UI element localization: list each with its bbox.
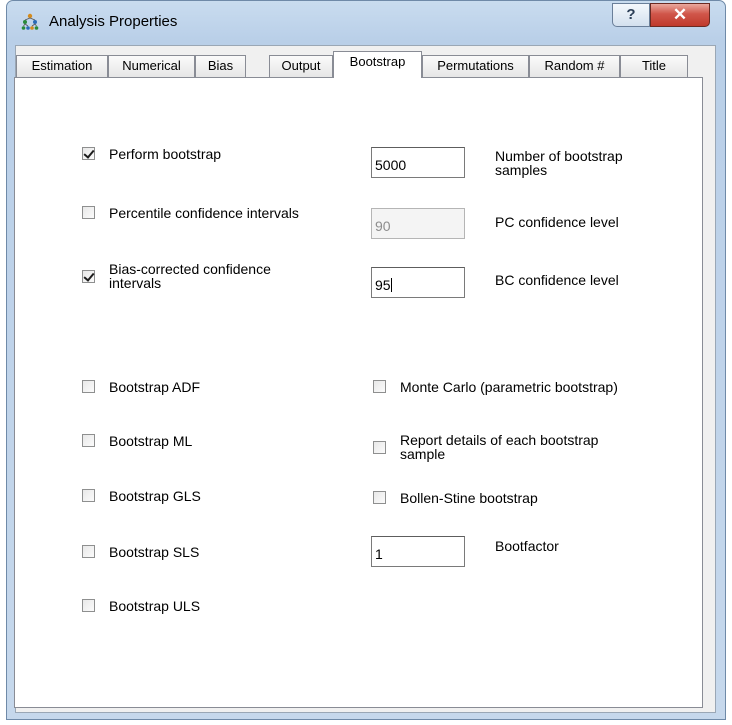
num-samples-input[interactable]: 5000 bbox=[371, 147, 465, 178]
pc-level-label: PC confidence level bbox=[495, 214, 619, 230]
tab-bootstrap[interactable]: Bootstrap bbox=[333, 51, 422, 78]
bootstrap-sls-checkbox[interactable]: Bootstrap SLS bbox=[82, 545, 199, 559]
checkbox-unchecked-icon bbox=[373, 491, 386, 504]
window-title: Analysis Properties bbox=[49, 13, 178, 30]
bootstrap-uls-checkbox[interactable]: Bootstrap ULS bbox=[82, 599, 200, 613]
tab-output[interactable]: Output bbox=[269, 55, 333, 77]
tab-permutations[interactable]: Permutations bbox=[422, 55, 529, 77]
tab-bias[interactable]: Bias bbox=[195, 55, 246, 77]
checkbox-unchecked-icon bbox=[82, 489, 95, 502]
hierarchy-app-icon bbox=[21, 13, 39, 30]
bc-level-input[interactable]: 95 bbox=[371, 267, 465, 298]
bollen-stine-checkbox[interactable]: Bollen-Stine bootstrap bbox=[373, 491, 538, 505]
bootstrap-gls-checkbox[interactable]: Bootstrap GLS bbox=[82, 489, 201, 503]
num-samples-label: Number of bootstrap samples bbox=[495, 148, 623, 178]
tab-title[interactable]: Title bbox=[620, 55, 688, 77]
checkbox-checked-icon bbox=[82, 147, 95, 160]
bc-level-label: BC confidence level bbox=[495, 272, 619, 288]
bootstrap-adf-checkbox[interactable]: Bootstrap ADF bbox=[82, 380, 200, 394]
help-button[interactable]: ? bbox=[612, 3, 650, 27]
bootfactor-input[interactable]: 1 bbox=[371, 536, 465, 567]
checkbox-unchecked-icon bbox=[373, 380, 386, 393]
bootstrap-ml-checkbox[interactable]: Bootstrap ML bbox=[82, 434, 192, 448]
tab-estimation[interactable]: Estimation bbox=[16, 55, 108, 77]
percentile-ci-checkbox[interactable]: Percentile confidence intervals bbox=[82, 206, 299, 220]
tab-random[interactable]: Random # bbox=[529, 55, 620, 77]
text-caret bbox=[390, 278, 392, 292]
report-details-checkbox[interactable]: Report details of each bootstrap sample bbox=[373, 433, 598, 461]
tab-numerical[interactable]: Numerical bbox=[108, 55, 195, 77]
bias-corrected-ci-checkbox[interactable]: Bias-corrected confidence intervals bbox=[82, 262, 271, 290]
checkbox-checked-icon bbox=[82, 270, 95, 283]
checkbox-unchecked-icon bbox=[82, 380, 95, 393]
checkbox-unchecked-icon bbox=[82, 206, 95, 219]
close-button[interactable]: ✕ bbox=[650, 3, 710, 27]
checkbox-unchecked-icon bbox=[82, 434, 95, 447]
perform-bootstrap-checkbox[interactable]: Perform bootstrap bbox=[82, 147, 221, 161]
checkbox-unchecked-icon bbox=[82, 545, 95, 558]
checkbox-unchecked-icon bbox=[373, 441, 386, 454]
checkbox-unchecked-icon bbox=[82, 599, 95, 612]
pc-level-input[interactable]: 90 bbox=[371, 208, 465, 239]
bootfactor-label: Bootfactor bbox=[495, 538, 559, 554]
monte-carlo-checkbox[interactable]: Monte Carlo (parametric bootstrap) bbox=[373, 380, 618, 394]
